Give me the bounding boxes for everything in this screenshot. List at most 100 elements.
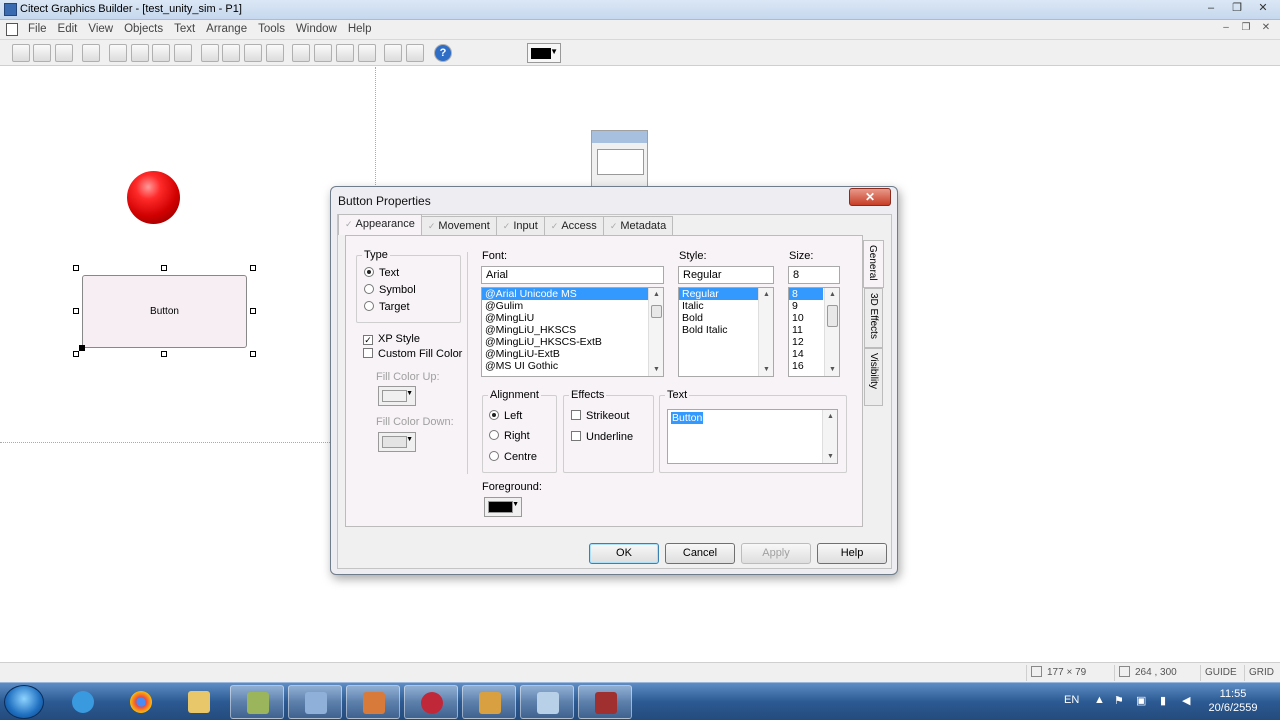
taskbar-app-5[interactable] (462, 685, 516, 719)
taskbar-chrome[interactable] (114, 685, 168, 719)
list-item[interactable]: @MingLiU (482, 312, 663, 324)
cancel-button[interactable]: Cancel (665, 543, 735, 564)
list-item[interactable]: @MingLiU_HKSCS-ExtB (482, 336, 663, 348)
mdi-minimize-button[interactable]: – (1218, 22, 1234, 36)
snap-icon[interactable] (336, 44, 354, 62)
fill-color-up-picker[interactable]: ▼ (378, 386, 416, 406)
selection-handle[interactable] (250, 308, 256, 314)
group-icon[interactable] (244, 44, 262, 62)
side-tab-visibility[interactable]: Visibility (864, 348, 883, 406)
selection-handle[interactable] (73, 265, 79, 271)
taskbar-app-4[interactable] (404, 685, 458, 719)
list-item[interactable]: @MingLiU_HKSCS (482, 324, 663, 336)
paste-icon[interactable] (174, 44, 192, 62)
open-icon[interactable] (33, 44, 51, 62)
menu-window[interactable]: Window (296, 23, 344, 35)
guide-icon[interactable] (406, 44, 424, 62)
list-item[interactable]: @Arial Unicode MS (482, 288, 663, 300)
apply-button[interactable]: Apply (741, 543, 811, 564)
menu-file[interactable]: File (28, 23, 54, 35)
selection-handle[interactable] (73, 351, 79, 357)
red-indicator-light[interactable] (127, 171, 180, 224)
minimize-button[interactable]: – (1198, 0, 1224, 17)
page-icon[interactable] (109, 44, 127, 62)
save-icon[interactable] (55, 44, 73, 62)
text-scrollbar[interactable]: ▲ ▼ (822, 410, 837, 463)
menu-view[interactable]: View (88, 23, 120, 35)
menu-tools[interactable]: Tools (258, 23, 292, 35)
scroll-up-icon[interactable]: ▲ (759, 288, 773, 301)
taskbar-explorer[interactable] (172, 685, 226, 719)
side-tab-3d-effects[interactable]: 3D Effects (864, 288, 883, 348)
close-button[interactable]: ✕ (1250, 0, 1276, 17)
network-icon[interactable]: ▮ (1160, 694, 1166, 707)
tab-access[interactable]: ✓ Access (543, 216, 604, 235)
floating-palette[interactable] (591, 130, 648, 190)
ok-button[interactable]: OK (589, 543, 659, 564)
foreground-color-picker[interactable]: ▼ (484, 497, 522, 517)
scroll-up-icon[interactable]: ▲ (825, 288, 839, 301)
menu-edit[interactable]: Edit (58, 23, 85, 35)
toolbar-color-picker[interactable]: ▼ (527, 43, 561, 63)
redo-icon[interactable] (222, 44, 240, 62)
align-right-radio[interactable]: Right (489, 430, 530, 442)
print-preview-icon[interactable] (82, 44, 100, 62)
tray-flag-icon[interactable]: ⚑ (1114, 694, 1124, 707)
side-tab-general[interactable]: General (863, 240, 884, 288)
list-item[interactable]: 8 (789, 288, 823, 300)
strikeout-checkbox[interactable]: Strikeout (571, 410, 629, 422)
language-indicator[interactable]: EN (1064, 694, 1079, 706)
underline-checkbox[interactable]: Underline (571, 431, 633, 443)
grid-icon[interactable] (384, 44, 402, 62)
type-symbol-radio[interactable]: Symbol (364, 284, 416, 296)
scroll-thumb[interactable] (651, 305, 662, 318)
style-listbox[interactable]: Regular Italic Bold Bold Italic ▲ ▼ (678, 287, 774, 377)
taskbar-internet-explorer[interactable] (56, 685, 110, 719)
type-target-radio[interactable]: Target (364, 301, 410, 313)
dialog-close-button[interactable]: ✕ (849, 188, 891, 206)
tray-expand-icon[interactable]: ▲ (1094, 694, 1105, 706)
taskbar-app-1[interactable] (230, 685, 284, 719)
taskbar-app-2[interactable] (288, 685, 342, 719)
scroll-down-icon[interactable]: ▼ (823, 450, 837, 463)
font-input[interactable]: Arial (481, 266, 664, 284)
volume-icon[interactable]: ◀ (1182, 694, 1190, 707)
tray-device-icon[interactable]: ▣ (1136, 694, 1146, 707)
list-item[interactable]: @MS UI Gothic (482, 360, 663, 372)
type-text-radio[interactable]: Text (364, 267, 399, 279)
custom-fill-checkbox[interactable]: Custom Fill Color (363, 348, 462, 360)
selection-handle[interactable] (161, 351, 167, 357)
palette-title-bar[interactable] (592, 131, 647, 143)
restore-button[interactable]: ❐ (1224, 0, 1250, 17)
scroll-down-icon[interactable]: ▼ (759, 363, 773, 376)
taskbar-app-6[interactable] (520, 685, 574, 719)
guide-indicator[interactable]: GUIDE (1200, 665, 1242, 681)
mdi-restore-button[interactable]: ❐ (1238, 22, 1254, 36)
list-item[interactable]: @MingLiU-ExtB (482, 348, 663, 360)
undo-icon[interactable] (201, 44, 219, 62)
cut-icon[interactable] (131, 44, 149, 62)
scroll-up-icon[interactable]: ▲ (823, 410, 837, 423)
ungroup-icon[interactable] (266, 44, 284, 62)
menu-text[interactable]: Text (174, 23, 202, 35)
taskbar-app-3[interactable] (346, 685, 400, 719)
tab-input[interactable]: ✓ Input (495, 216, 545, 235)
menu-help[interactable]: Help (348, 23, 379, 35)
button-text-input[interactable]: Button ▲ ▼ (667, 409, 838, 464)
size-listbox[interactable]: 8 9 10 11 12 14 16 ▲ ▼ (788, 287, 840, 377)
mdi-close-button[interactable]: ✕ (1258, 22, 1274, 36)
xp-style-checkbox[interactable]: ✓ XP Style (363, 333, 420, 345)
fill-color-down-picker[interactable]: ▼ (378, 432, 416, 452)
anchor-handle[interactable] (79, 345, 85, 351)
taskbar-app-7[interactable] (578, 685, 632, 719)
scroll-down-icon[interactable]: ▼ (649, 363, 663, 376)
align-icon[interactable] (292, 44, 310, 62)
canvas-button-object[interactable]: Button (82, 275, 247, 348)
style-input[interactable]: Regular (678, 266, 774, 284)
document-icon[interactable] (6, 23, 18, 36)
selection-handle[interactable] (250, 351, 256, 357)
list-item[interactable]: @Gulim (482, 300, 663, 312)
scroll-down-icon[interactable]: ▼ (825, 363, 839, 376)
font-listbox[interactable]: @Arial Unicode MS @Gulim @MingLiU @MingL… (481, 287, 664, 377)
help-icon[interactable]: ? (434, 44, 452, 62)
